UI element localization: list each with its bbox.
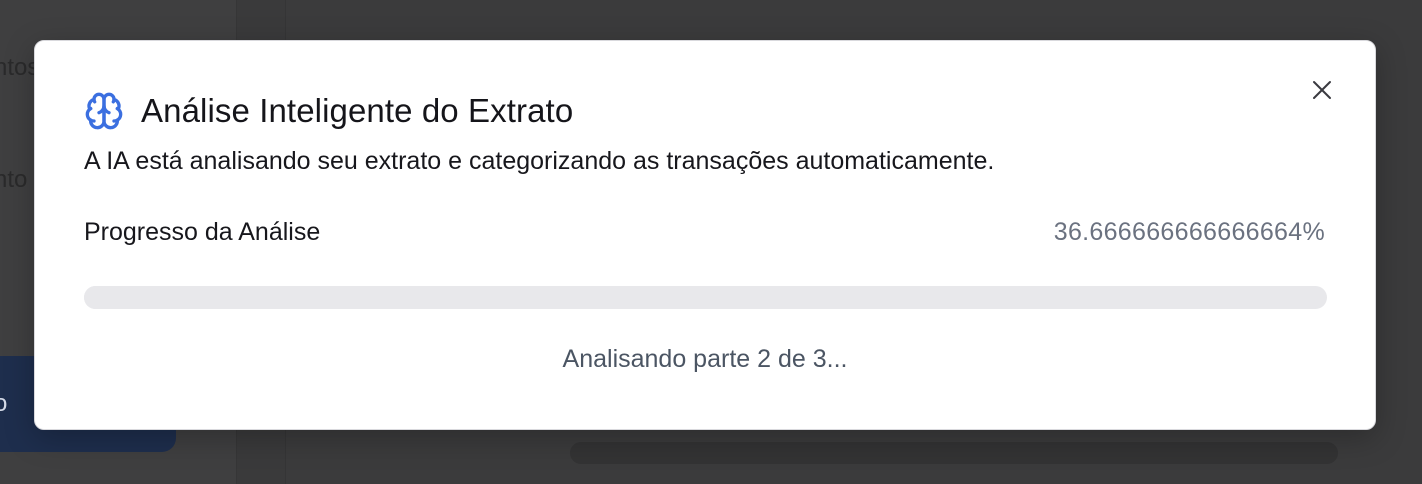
progress-bar-fill <box>84 286 540 309</box>
progress-value: 36.666666666666664% <box>1053 218 1325 246</box>
progress-label: Progresso da Análise <box>84 218 321 246</box>
background-nav-item: nto <box>0 166 28 193</box>
modal-header: Análise Inteligente do Extrato <box>84 91 573 131</box>
close-icon[interactable] <box>1310 78 1334 107</box>
progress-bar <box>84 286 1327 309</box>
close-button[interactable] <box>1305 75 1339 109</box>
ai-analysis-modal: Análise Inteligente do Extrato A IA está… <box>34 40 1376 430</box>
status-text: Analisando parte 2 de 3... <box>562 345 848 373</box>
background-active-nav-label: o <box>0 390 8 417</box>
background-bar <box>570 442 1338 464</box>
brain-icon <box>84 91 124 131</box>
modal-description: A IA está analisando seu extrato e categ… <box>84 147 995 175</box>
modal-title: Análise Inteligente do Extrato <box>141 92 574 129</box>
